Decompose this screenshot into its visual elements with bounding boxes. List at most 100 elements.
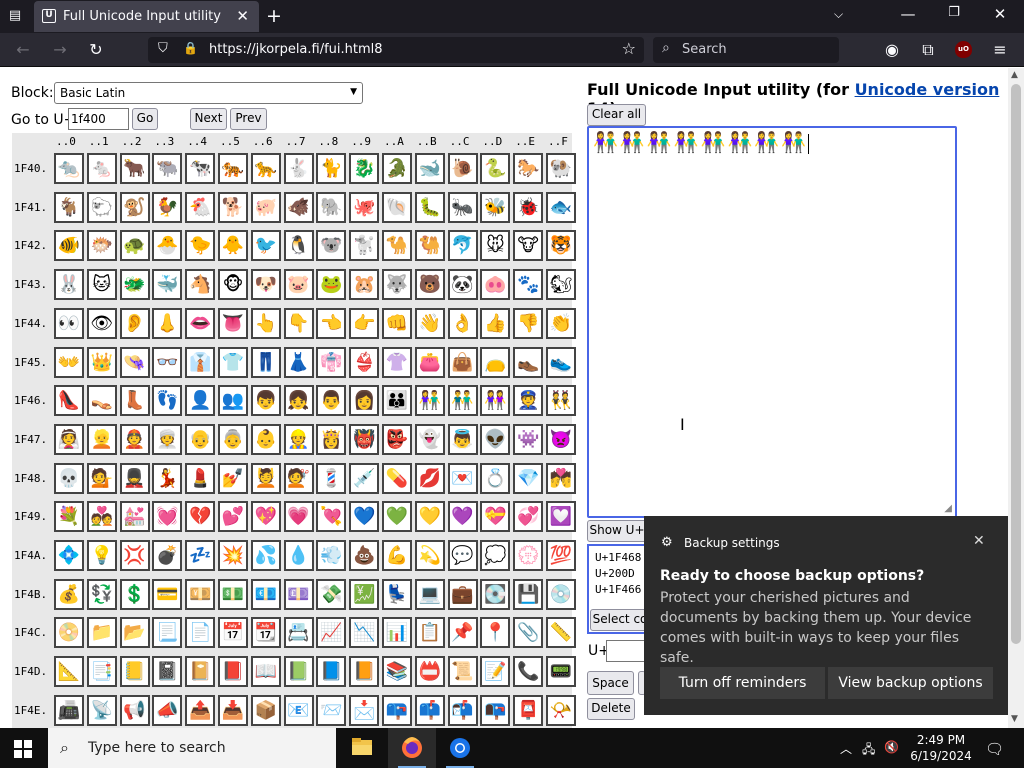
character-cell[interactable]: 💙 bbox=[349, 501, 380, 533]
lock-icon[interactable]: 🔒 bbox=[183, 41, 198, 55]
character-cell[interactable]: 💚 bbox=[382, 501, 412, 533]
character-cell[interactable]: 🐿 bbox=[546, 269, 576, 301]
character-cell[interactable]: 💮 bbox=[513, 540, 544, 571]
character-cell[interactable]: 📐 bbox=[54, 656, 84, 688]
character-cell[interactable]: 💣 bbox=[152, 540, 183, 571]
character-cell[interactable]: 🐪 bbox=[382, 230, 412, 262]
windows-start-icon[interactable] bbox=[14, 740, 32, 758]
minimize-icon[interactable]: — bbox=[898, 5, 918, 23]
character-cell[interactable]: 💇 bbox=[283, 462, 314, 494]
character-cell[interactable]: 🐩 bbox=[349, 230, 380, 262]
character-cell[interactable]: 🐯 bbox=[546, 230, 576, 262]
show-uplus-button[interactable]: Show U+ bbox=[587, 520, 647, 542]
character-cell[interactable]: 🐶 bbox=[250, 269, 281, 301]
character-cell[interactable]: 💂 bbox=[119, 462, 150, 494]
character-cell[interactable]: 📭 bbox=[480, 694, 511, 726]
character-cell[interactable]: 📡 bbox=[86, 694, 117, 726]
clock[interactable]: 2:49 PM 6/19/2024 bbox=[905, 732, 977, 764]
character-cell[interactable]: 🐥 bbox=[218, 230, 248, 262]
character-cell[interactable]: 👬 bbox=[447, 385, 478, 417]
character-cell[interactable]: 🐜 bbox=[447, 191, 478, 223]
file-explorer-icon[interactable] bbox=[338, 728, 386, 768]
character-cell[interactable]: 🐰 bbox=[54, 269, 84, 301]
character-cell[interactable]: 👘 bbox=[316, 346, 347, 378]
character-cell[interactable]: 🐁 bbox=[86, 153, 117, 184]
character-cell[interactable]: 📍 bbox=[480, 617, 511, 649]
character-cell[interactable]: 👆 bbox=[250, 307, 281, 339]
character-cell[interactable]: 💦 bbox=[250, 540, 281, 571]
character-cell[interactable]: 📛 bbox=[414, 656, 445, 688]
character-cell[interactable]: 📆 bbox=[250, 617, 281, 649]
space-button[interactable]: Space bbox=[587, 671, 634, 695]
character-cell[interactable]: 👐 bbox=[54, 346, 84, 378]
character-cell[interactable]: 💸 bbox=[316, 578, 347, 610]
shield-icon[interactable]: ⛉ bbox=[158, 41, 168, 56]
character-cell[interactable]: 💻 bbox=[414, 578, 445, 610]
character-cell[interactable]: 👛 bbox=[414, 346, 445, 378]
character-cell[interactable]: 📏 bbox=[546, 617, 576, 649]
chevron-up-icon[interactable]: ︿ bbox=[840, 740, 852, 757]
character-cell[interactable]: 💽 bbox=[480, 578, 511, 610]
character-cell[interactable]: 📩 bbox=[349, 694, 380, 726]
character-cell[interactable]: 💔 bbox=[185, 501, 216, 533]
character-cell[interactable]: 🐠 bbox=[54, 230, 84, 262]
character-cell[interactable]: 👇 bbox=[283, 307, 314, 339]
character-cell[interactable]: 🐬 bbox=[447, 230, 478, 262]
character-cell[interactable]: 💏 bbox=[546, 462, 576, 494]
character-cell[interactable]: 🐙 bbox=[349, 191, 380, 223]
delete-button[interactable]: Delete bbox=[587, 698, 635, 720]
character-cell[interactable]: 🐃 bbox=[152, 153, 183, 184]
character-cell[interactable]: 💍 bbox=[480, 462, 511, 494]
chevron-down-icon[interactable]: ⌵ bbox=[834, 7, 843, 22]
character-cell[interactable]: 🐌 bbox=[447, 153, 478, 184]
character-cell[interactable]: 💱 bbox=[86, 578, 117, 610]
character-cell[interactable]: 📁 bbox=[86, 617, 117, 649]
character-cell[interactable]: 📟 bbox=[546, 656, 576, 688]
character-cell[interactable]: 🐖 bbox=[250, 191, 281, 223]
character-cell[interactable]: 💃 bbox=[152, 462, 183, 494]
character-cell[interactable]: 🐢 bbox=[119, 230, 150, 262]
ublock-icon[interactable]: uO bbox=[955, 41, 972, 58]
character-cell[interactable]: 📜 bbox=[447, 656, 478, 688]
character-cell[interactable]: 👿 bbox=[546, 423, 576, 455]
character-cell[interactable]: 📤 bbox=[185, 694, 216, 726]
character-cell[interactable]: 📞 bbox=[513, 656, 544, 688]
character-cell[interactable]: 👝 bbox=[480, 346, 511, 378]
character-cell[interactable]: 🐍 bbox=[480, 153, 511, 184]
character-cell[interactable]: 🐻 bbox=[414, 269, 445, 301]
menu-icon[interactable]: ≡ bbox=[990, 40, 1010, 59]
character-cell[interactable]: 📖 bbox=[250, 656, 281, 688]
character-cell[interactable]: 📃 bbox=[152, 617, 183, 649]
character-cell[interactable]: 🐒 bbox=[119, 191, 150, 223]
character-cell[interactable]: 💺 bbox=[382, 578, 412, 610]
character-cell[interactable]: 🐨 bbox=[316, 230, 347, 262]
character-cell[interactable]: 👯 bbox=[546, 385, 576, 417]
character-cell[interactable]: 🐟 bbox=[546, 191, 576, 223]
character-cell[interactable]: 📇 bbox=[283, 617, 314, 649]
character-cell[interactable]: 📧 bbox=[283, 694, 314, 726]
character-cell[interactable]: 🐉 bbox=[349, 153, 380, 184]
character-cell[interactable]: 👽 bbox=[480, 423, 511, 455]
character-cell[interactable]: 📊 bbox=[382, 617, 412, 649]
character-cell[interactable]: 💀 bbox=[54, 462, 84, 494]
character-cell[interactable]: 📓 bbox=[152, 656, 183, 688]
character-cell[interactable]: 🐲 bbox=[119, 269, 150, 301]
character-cell[interactable]: 👠 bbox=[54, 385, 84, 417]
character-cell[interactable]: 👫 bbox=[414, 385, 445, 417]
character-cell[interactable]: 💬 bbox=[447, 540, 478, 571]
character-cell[interactable]: 👄 bbox=[185, 307, 216, 339]
character-cell[interactable]: 👍 bbox=[480, 307, 511, 339]
character-cell[interactable]: 👔 bbox=[185, 346, 216, 378]
notification-center-icon[interactable]: 🗨 bbox=[985, 740, 1004, 758]
character-cell[interactable]: 💑 bbox=[86, 501, 117, 533]
character-cell[interactable]: 💞 bbox=[513, 501, 544, 533]
character-cell[interactable]: 📝 bbox=[480, 656, 511, 688]
bookmark-star-icon[interactable]: ☆ bbox=[622, 39, 636, 58]
character-cell[interactable]: 🐾 bbox=[513, 269, 544, 301]
character-cell[interactable]: 📋 bbox=[414, 617, 445, 649]
character-cell[interactable]: 💷 bbox=[283, 578, 314, 610]
character-cell[interactable]: 💫 bbox=[414, 540, 445, 571]
character-cell[interactable]: 👜 bbox=[447, 346, 478, 378]
character-cell[interactable]: 🐸 bbox=[316, 269, 347, 301]
clear-all-button[interactable]: Clear all bbox=[587, 104, 646, 126]
